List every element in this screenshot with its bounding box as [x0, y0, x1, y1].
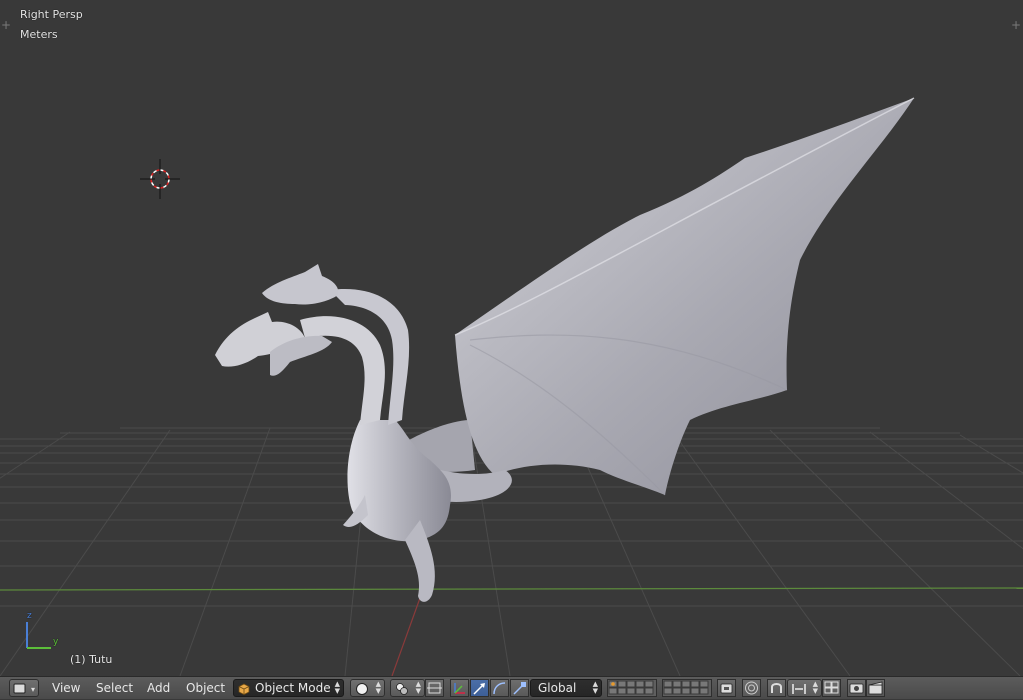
snap-type-arrows-icon: ▲ ▼ — [812, 680, 818, 695]
pivot-point-button[interactable]: ▲ ▼ — [390, 679, 425, 697]
lock-icon — [720, 683, 733, 694]
3d-cursor-icon — [140, 159, 180, 199]
snap-target-grid-icon — [824, 681, 839, 694]
orientation-dropdown-label: Global — [538, 681, 577, 695]
proportional-edit-button[interactable] — [742, 679, 761, 697]
snap-element-button[interactable] — [425, 679, 444, 697]
orientation-arrows-icon: ▲ ▼ — [592, 680, 598, 695]
snap-icon — [771, 683, 782, 693]
pivot-arrows-icon: ▲ ▼ — [415, 680, 421, 695]
snap-target-icon — [427, 682, 442, 694]
shading-arrows-icon: ▲ ▼ — [375, 680, 381, 695]
pivot-point-icon — [396, 683, 408, 695]
snap-target-button[interactable] — [822, 679, 841, 697]
axis-z-label: z — [27, 611, 32, 621]
viewport-header: ▾ View Select Add Object Object Mode ▲ ▼ … — [0, 676, 1023, 699]
rotate-button[interactable] — [490, 679, 509, 697]
svg-text:▾: ▾ — [31, 685, 35, 694]
viewport-shading-icon — [356, 683, 368, 695]
dragon-model — [215, 97, 915, 602]
snap-type-icon — [792, 684, 806, 694]
x-axis-line — [391, 597, 421, 676]
opengl-anim-button[interactable] — [866, 679, 885, 697]
snap-type-button[interactable]: ▲ ▼ — [787, 679, 822, 697]
layers-group-1[interactable] — [607, 679, 657, 697]
mode-dropdown-arrows-icon: ▲ ▼ — [334, 680, 340, 695]
editor-type-button[interactable]: ▾ — [9, 679, 39, 697]
object-info-label: (1) Tutu — [70, 653, 113, 666]
view-name-label: Right Persp — [20, 8, 83, 21]
axis-y-label: y — [53, 637, 59, 647]
scale-button[interactable] — [510, 679, 529, 697]
rotate-icon — [493, 682, 506, 695]
region-toggle-right-icon[interactable]: + — [1011, 19, 1021, 31]
editor-type-icon: ▾ — [13, 683, 35, 694]
viewport-scene — [0, 97, 1023, 676]
opengl-render-button[interactable] — [847, 679, 866, 697]
snap-toggle-button[interactable] — [767, 679, 786, 697]
anim-icon — [868, 681, 883, 695]
render-icon — [849, 683, 864, 694]
units-label: Meters — [20, 28, 58, 41]
lock-camera-button[interactable] — [717, 679, 736, 697]
y-axis-line — [0, 587, 1023, 591]
layers-icon — [608, 680, 654, 695]
proportional-edit-icon — [745, 681, 758, 695]
menu-select[interactable]: Select — [96, 681, 133, 695]
layers-icon-2 — [663, 680, 709, 695]
object-mode-cube-icon — [238, 683, 250, 695]
manipulator-toggle-button[interactable] — [450, 679, 469, 697]
layers-group-2[interactable] — [662, 679, 712, 697]
3d-viewport[interactable]: Right Persp Meters (1) Tutu + + z y — [0, 0, 1023, 676]
menu-object[interactable]: Object — [186, 681, 225, 695]
region-toggle-left-icon[interactable]: + — [1, 19, 11, 31]
translate-icon — [473, 683, 485, 695]
scale-icon — [513, 682, 526, 695]
viewport-shading-button[interactable]: ▲ ▼ — [350, 679, 385, 697]
orientation-dropdown[interactable]: Global ▲ ▼ — [530, 679, 602, 697]
manipulator-icon — [454, 683, 465, 694]
mode-dropdown[interactable]: Object Mode ▲ ▼ — [233, 679, 344, 697]
menu-add[interactable]: Add — [147, 681, 170, 695]
menu-view[interactable]: View — [52, 681, 80, 695]
translate-button[interactable] — [470, 679, 489, 697]
mode-dropdown-label: Object Mode — [255, 681, 331, 695]
